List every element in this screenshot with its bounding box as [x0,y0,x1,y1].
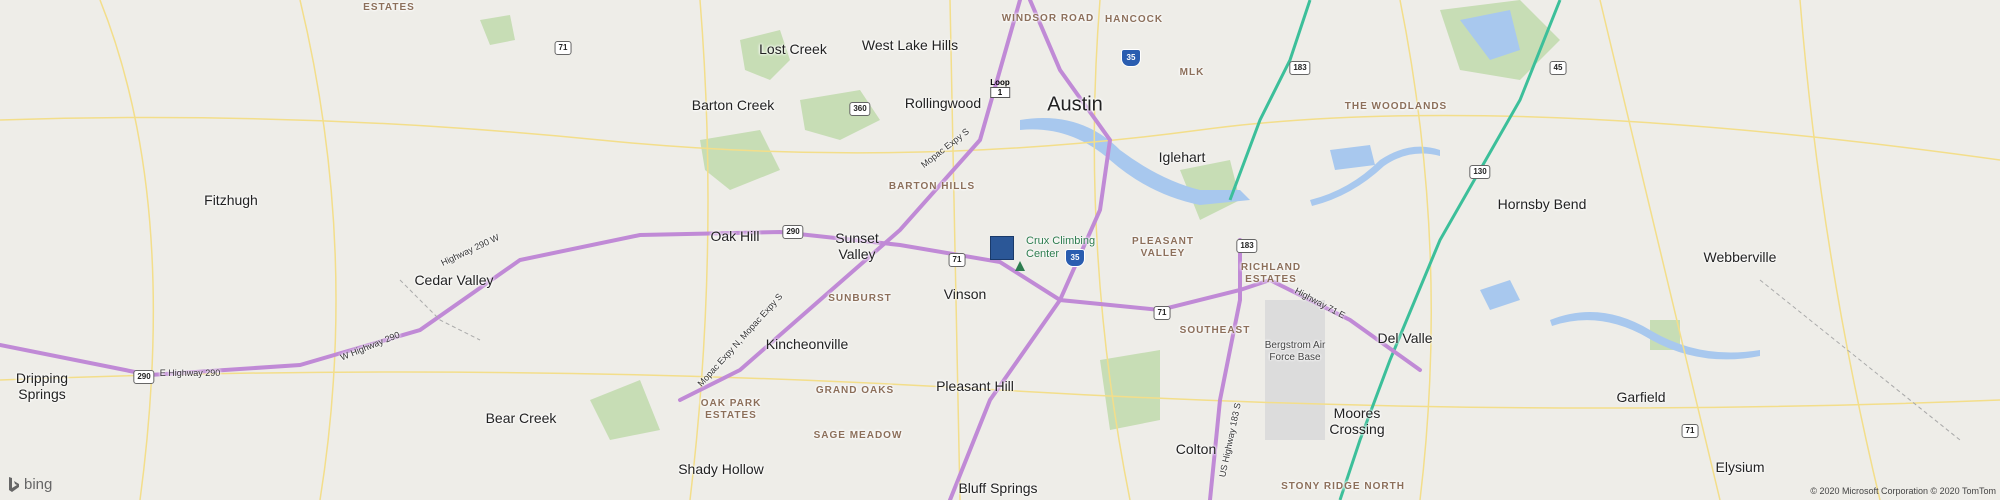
place-sunset-valley[interactable]: Sunset Valley [835,230,879,262]
place-bluff-springs[interactable]: Bluff Springs [958,480,1037,496]
shield-us71: 71 [1153,306,1171,320]
place-bear-creek[interactable]: Bear Creek [486,410,557,426]
shield-us183: 183 [1236,239,1258,253]
road-e-highway-290: E Highway 290 [159,368,221,378]
place-elysium[interactable]: Elysium [1715,459,1764,475]
shield-i35: 35 [1121,49,1141,67]
hood-pleasant-valley: PLEASANT VALLEY [1132,236,1194,259]
park-icon [1015,258,1025,276]
shield-sh130: 130 [1469,165,1491,179]
place-shady-hollow[interactable]: Shady Hollow [678,461,764,477]
place-iglehart[interactable]: Iglehart [1159,149,1206,165]
place-hornsby-bend[interactable]: Hornsby Bend [1498,196,1587,212]
shield-us290: 290 [782,225,804,239]
bing-b-icon [8,476,20,493]
place-austin[interactable]: Austin [1047,94,1103,117]
loop-label: Loop [990,78,1010,87]
shield-loop1: Loop 1 [990,78,1010,98]
place-barton-creek[interactable]: Barton Creek [692,97,774,113]
hood-windsor-road: WINDSOR ROAD [1001,13,1095,24]
shield-tx360: 360 [849,102,871,116]
hood-barton-hills: BARTON HILLS [888,181,976,192]
hood-richland-estates: RICHLAND ESTATES [1240,262,1302,285]
place-garfield[interactable]: Garfield [1616,389,1665,405]
bing-wordmark: bing [24,476,53,493]
map-canvas[interactable]: Austin Lost Creek West Lake Hills Rollin… [0,0,2000,500]
place-oak-hill[interactable]: Oak Hill [710,228,759,244]
shield-us71: 71 [1681,424,1699,438]
hood-sage-meadow: SAGE MEADOW [813,430,903,441]
place-west-lake-hills[interactable]: West Lake Hills [862,37,958,53]
place-pleasant-hill[interactable]: Pleasant Hill [936,378,1014,394]
hood-stony-ridge-north: STONY RIDGE NORTH [1281,481,1405,492]
hood-oak-park-estates: OAK PARK ESTATES [700,398,762,421]
shield-us183: 183 [1289,61,1311,75]
place-kincheonville[interactable]: Kincheonville [766,336,849,352]
place-webberville[interactable]: Webberville [1704,249,1777,265]
place-bergstrom[interactable]: Bergstrom Air Force Base [1265,340,1326,364]
place-lost-creek[interactable]: Lost Creek [759,41,827,57]
place-cedar-valley[interactable]: Cedar Valley [414,272,493,288]
place-fitzhugh[interactable]: Fitzhugh [204,192,258,208]
shield-us71: 71 [948,253,966,267]
hood-mlk: MLK [1179,67,1205,78]
hood-southeast: SOUTHEAST [1179,325,1251,336]
place-moores-crossing[interactable]: Moores Crossing [1329,405,1384,437]
hood-hancock: HANCOCK [1104,14,1164,25]
shield-us290: 290 [133,370,155,384]
shield-us71: 71 [554,41,572,55]
hood-sunburst: SUNBURST [828,293,892,304]
hood-grand-oaks: GRAND OAKS [815,385,895,396]
place-vinson[interactable]: Vinson [944,286,987,302]
place-colton[interactable]: Colton [1176,441,1216,457]
loop-number: 1 [990,87,1010,98]
poi-crux-climbing-center[interactable]: Crux Climbing Center [1026,235,1095,261]
location-pin[interactable] [990,236,1014,260]
shield-sh45: 45 [1549,61,1567,75]
place-del-valle[interactable]: Del Valle [1378,330,1433,346]
place-dripping-springs[interactable]: Dripping Springs [16,370,68,402]
copyright-notice: © 2020 Microsoft Corporation © 2020 TomT… [1810,486,1996,496]
hood-the-woodlands: THE WOODLANDS [1344,101,1448,112]
hood-creek-estates: CREEK ESTATES [363,0,415,13]
bing-logo: bing [8,476,52,493]
airport-area [1265,300,1325,440]
place-rollingwood[interactable]: Rollingwood [905,95,981,111]
